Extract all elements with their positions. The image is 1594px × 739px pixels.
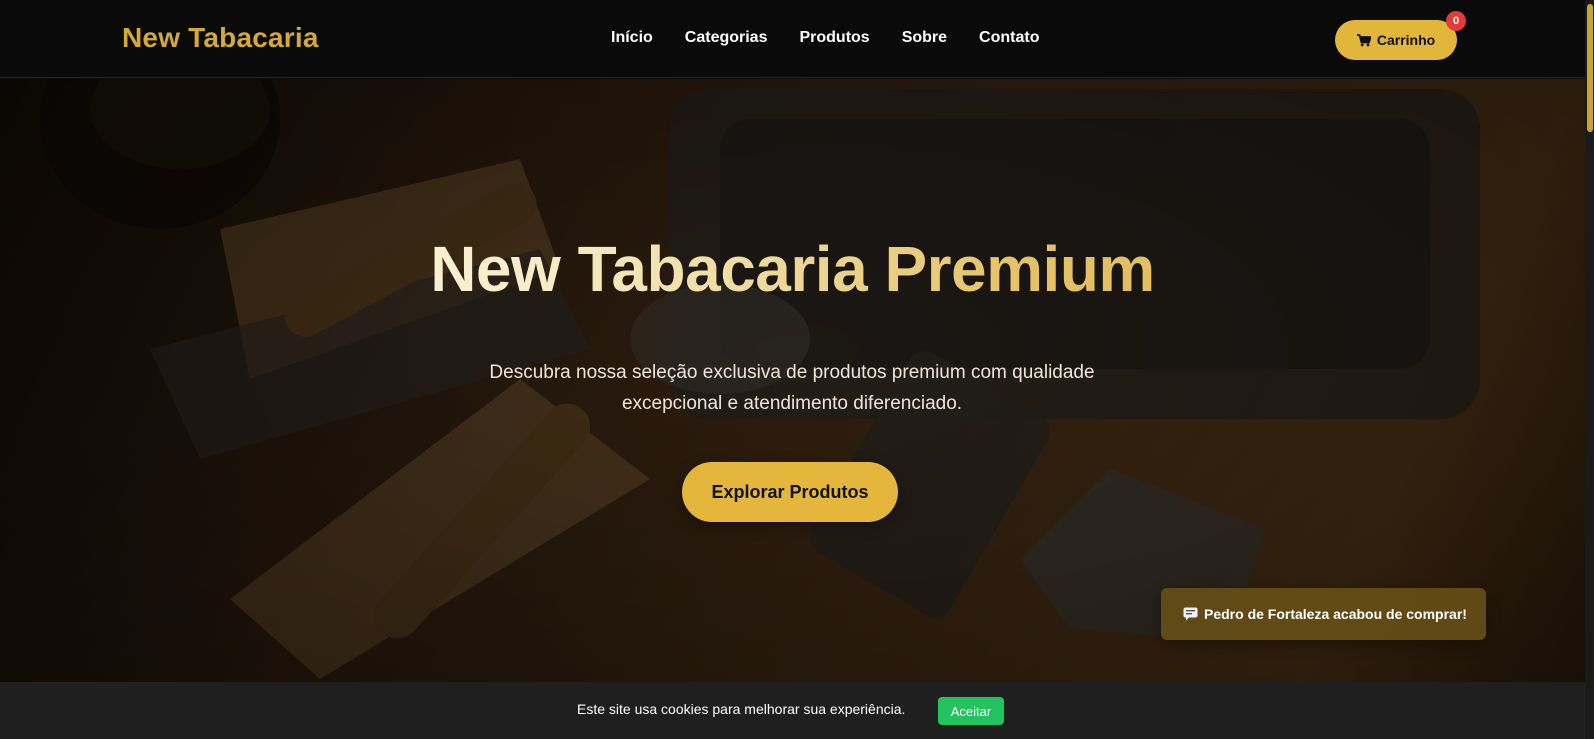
site-logo[interactable]: New Tabacaria bbox=[122, 22, 319, 54]
hero-title: New Tabacaria Premium bbox=[0, 232, 1585, 306]
nav-link-produtos[interactable]: Produtos bbox=[799, 29, 869, 47]
scrollbar-thumb[interactable] bbox=[1587, 4, 1593, 132]
toast-text: Pedro de Fortaleza acabou de comprar! bbox=[1204, 606, 1467, 622]
cart-button[interactable]: Carrinho bbox=[1335, 20, 1457, 60]
speech-bubble-icon bbox=[1183, 607, 1198, 621]
cookie-banner: Este site usa cookies para melhorar sua … bbox=[0, 682, 1585, 739]
page: New Tabacaria Início Categorias Produtos… bbox=[0, 0, 1594, 739]
explore-products-button[interactable]: Explorar Produtos bbox=[682, 462, 898, 522]
nav-link-inicio[interactable]: Início bbox=[611, 29, 653, 47]
purchase-notification-toast: Pedro de Fortaleza acabou de comprar! bbox=[1161, 588, 1486, 640]
nav-link-contato[interactable]: Contato bbox=[979, 29, 1039, 47]
cart-label: Carrinho bbox=[1376, 32, 1436, 48]
main-nav: Início Categorias Produtos Sobre Contato bbox=[611, 29, 1039, 47]
site-header: New Tabacaria Início Categorias Produtos… bbox=[0, 0, 1585, 78]
nav-link-sobre[interactable]: Sobre bbox=[902, 29, 947, 47]
cart-icon bbox=[1356, 33, 1371, 46]
cart-count-badge: 0 bbox=[1446, 11, 1466, 31]
accept-cookies-button[interactable]: Aceitar bbox=[938, 697, 1004, 725]
nav-link-categorias[interactable]: Categorias bbox=[685, 29, 768, 47]
cookie-message: Este site usa cookies para melhorar sua … bbox=[577, 701, 906, 717]
hero-subtitle: Descubra nossa seleção exclusiva de prod… bbox=[489, 362, 1095, 414]
